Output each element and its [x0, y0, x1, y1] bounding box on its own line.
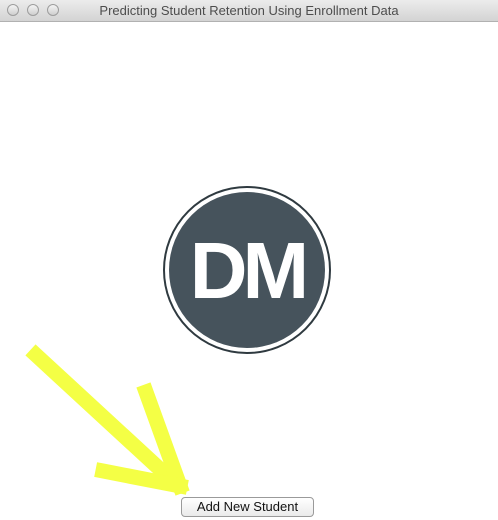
add-new-student-button[interactable]: Add New Student — [181, 497, 314, 517]
app-window: Predicting Student Retention Using Enrol… — [0, 0, 498, 520]
annotation-arrow — [0, 330, 230, 520]
arrow-icon — [25, 344, 190, 496]
logo-text: DM — [190, 226, 305, 315]
title-bar: Predicting Student Retention Using Enrol… — [0, 0, 498, 22]
window-title: Predicting Student Retention Using Enrol… — [99, 3, 399, 18]
